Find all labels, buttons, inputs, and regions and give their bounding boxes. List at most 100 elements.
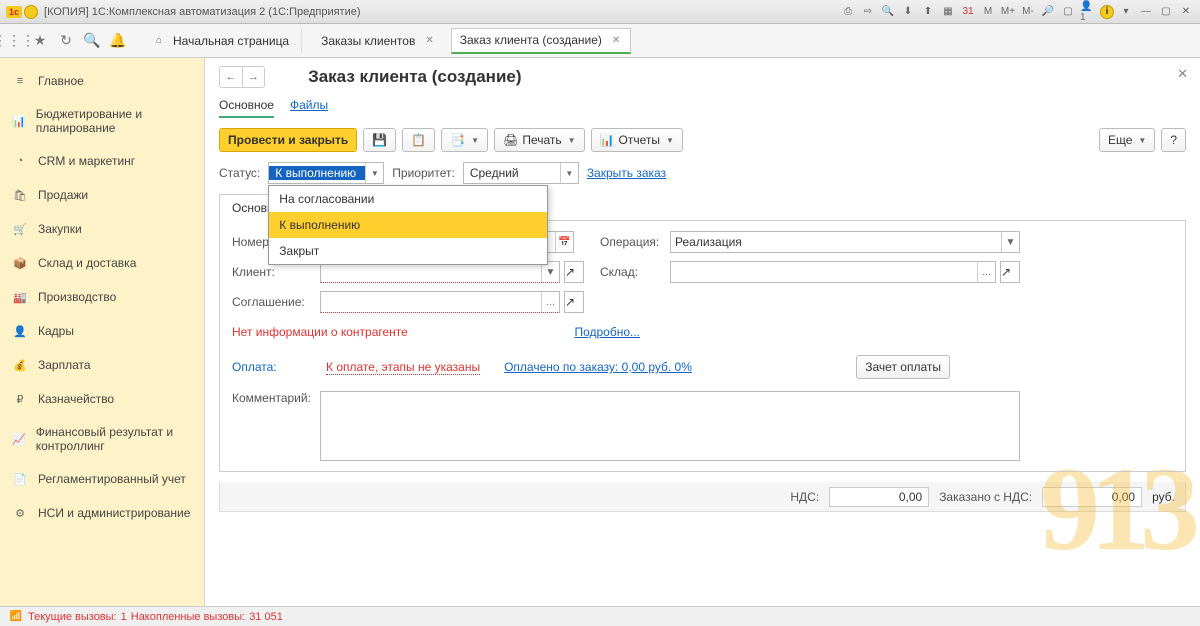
- currency-label: руб.: [1152, 490, 1175, 504]
- app-menu-icon[interactable]: [24, 5, 38, 19]
- menu-icon: ≡: [12, 73, 28, 89]
- sidebar-item-treasury[interactable]: ₽Казначейство: [0, 382, 204, 416]
- tab-orders-label: Заказы клиентов: [321, 34, 415, 48]
- tab-home[interactable]: ⌂ Начальная страница: [142, 28, 302, 54]
- reports-button[interactable]: 📊Отчеты▼: [591, 128, 683, 152]
- minimize-icon[interactable]: —: [1138, 4, 1154, 20]
- sidebar-item-main[interactable]: ≡Главное: [0, 64, 204, 98]
- ordered-value: 0,00: [1042, 487, 1142, 507]
- open-icon[interactable]: ↗: [564, 291, 584, 313]
- sidebar-item-purchases[interactable]: 🛒Закупки: [0, 212, 204, 246]
- subtab-files[interactable]: Файлы: [290, 98, 328, 118]
- info-icon[interactable]: i: [1100, 5, 1114, 19]
- user-hdr-icon[interactable]: 👤1: [1080, 4, 1096, 20]
- close-page-icon[interactable]: ✕: [1177, 66, 1188, 82]
- save-button[interactable]: 💾: [363, 128, 396, 152]
- close-icon[interactable]: ✕: [612, 35, 620, 46]
- history-icon[interactable]: ↻: [58, 33, 74, 49]
- gear-icon: ⚙: [12, 505, 28, 521]
- sidebar-item-nsi[interactable]: ⚙НСИ и администрирование: [0, 496, 204, 530]
- credit-payment-button[interactable]: Зачет оплаты: [856, 355, 950, 379]
- calendar-icon[interactable]: 31: [960, 4, 976, 20]
- sidebar-item-hr[interactable]: 👤Кадры: [0, 314, 204, 348]
- post-and-close-button[interactable]: Провести и закрыть: [219, 128, 357, 152]
- status-option[interactable]: Закрыт: [269, 238, 547, 264]
- warning-more-link[interactable]: Подробно...: [574, 325, 640, 339]
- chevron-down-icon[interactable]: ▼: [365, 163, 383, 183]
- cart-icon: 🛒: [12, 221, 28, 237]
- m-plus-icon[interactable]: M+: [1000, 4, 1016, 20]
- tab-orders[interactable]: Заказы клиентов ✕: [312, 28, 445, 54]
- forward-icon[interactable]: →: [242, 67, 264, 87]
- factory-icon: 🏭: [12, 289, 28, 305]
- payment-plan-link[interactable]: К оплате, этапы не указаны: [326, 360, 480, 375]
- agreement-label: Соглашение:: [232, 295, 310, 309]
- calendar-icon[interactable]: 📅: [555, 232, 573, 252]
- operation-label: Операция:: [600, 235, 660, 249]
- current-calls-label: Текущие вызовы:: [28, 611, 117, 623]
- post-button[interactable]: 📋: [402, 128, 435, 152]
- comment-textarea[interactable]: [320, 391, 1020, 461]
- m-icon[interactable]: M: [980, 4, 996, 20]
- chevron-down-icon[interactable]: ▼: [560, 163, 578, 183]
- panel-icon[interactable]: ▢: [1060, 4, 1076, 20]
- ordered-label: Заказано с НДС:: [939, 490, 1032, 504]
- status-dropdown[interactable]: К выполнению ▼ На согласовании К выполне…: [268, 162, 384, 184]
- agreement-input[interactable]: …: [320, 291, 560, 313]
- window-titlebar: 1c [КОПИЯ] 1С:Комплексная автоматизация …: [0, 0, 1200, 24]
- status-option[interactable]: На согласовании: [269, 186, 547, 212]
- search-icon[interactable]: 🔍: [84, 33, 100, 49]
- window-title: [КОПИЯ] 1С:Комплексная автоматизация 2 (…: [44, 6, 840, 18]
- star-icon[interactable]: ★: [32, 33, 48, 49]
- tab-new-order[interactable]: Заказ клиента (создание) ✕: [451, 28, 632, 54]
- print-button[interactable]: 🖨Печать▼: [494, 128, 584, 152]
- status-bar: 📶 Текущие вызовы: 1 Накопленные вызовы: …: [0, 606, 1200, 626]
- help-button[interactable]: ?: [1161, 128, 1186, 152]
- calc-icon[interactable]: ▦: [940, 4, 956, 20]
- priority-label: Приоритет:: [392, 166, 455, 180]
- bars-icon: 📈: [12, 431, 26, 447]
- toolbar: Провести и закрыть 💾 📋 📑▼ 🖨Печать▼ 📊Отче…: [205, 124, 1200, 160]
- main-area: 913 ✕ ← → Заказ клиента (создание) Основ…: [205, 58, 1200, 606]
- close-window-icon[interactable]: ✕: [1178, 4, 1194, 20]
- download-icon[interactable]: ⬇: [900, 4, 916, 20]
- back-icon[interactable]: ←: [220, 67, 242, 87]
- sidebar: ≡Главное 📊Бюджетирование и планирование …: [0, 58, 205, 606]
- maximize-icon[interactable]: ▢: [1158, 4, 1174, 20]
- open-icon[interactable]: ↗: [1000, 261, 1020, 283]
- priority-dropdown[interactable]: Средний ▼: [463, 162, 579, 184]
- paid-link[interactable]: Оплачено по заказу: 0,00 руб. 0%: [504, 360, 692, 374]
- report-icon: 📊: [600, 133, 615, 147]
- search-hdr-icon[interactable]: 🔍: [880, 4, 896, 20]
- close-icon[interactable]: ✕: [425, 35, 433, 46]
- send-icon[interactable]: ⇨: [860, 4, 876, 20]
- sidebar-item-salary[interactable]: 💰Зарплата: [0, 348, 204, 382]
- more-button[interactable]: Еще▼: [1099, 128, 1155, 152]
- warehouse-input[interactable]: …: [670, 261, 996, 283]
- operation-input[interactable]: Реализация▼: [670, 231, 1020, 253]
- chevron-down-icon[interactable]: ▼: [1001, 232, 1019, 252]
- sidebar-item-fin[interactable]: 📈Финансовый результат и контроллинг: [0, 416, 204, 462]
- tab-new-order-label: Заказ клиента (создание): [460, 33, 602, 47]
- zoom-icon[interactable]: 🔎: [1040, 4, 1056, 20]
- apps-icon[interactable]: ⋮⋮⋮: [6, 33, 22, 49]
- sidebar-item-sales[interactable]: 🛍Продажи: [0, 178, 204, 212]
- sidebar-item-reg[interactable]: 📄Регламентированный учет: [0, 462, 204, 496]
- basis-button[interactable]: 📑▼: [441, 128, 488, 152]
- print-icon[interactable]: ⎙: [840, 4, 856, 20]
- accum-calls-value: 31 051: [249, 611, 283, 623]
- sidebar-item-crm[interactable]: ◔CRM и маркетинг: [0, 144, 204, 178]
- status-option-selected[interactable]: К выполнению: [269, 212, 547, 238]
- chevron-down-icon[interactable]: ▼: [541, 262, 559, 282]
- open-icon[interactable]: ↗: [564, 261, 584, 283]
- m-minus-icon[interactable]: M-: [1020, 4, 1036, 20]
- close-order-link[interactable]: Закрыть заказ: [587, 166, 666, 180]
- ellipsis-icon[interactable]: …: [977, 262, 995, 282]
- sidebar-item-production[interactable]: 🏭Производство: [0, 280, 204, 314]
- bell-icon[interactable]: 🔔: [110, 33, 126, 49]
- sidebar-item-warehouse[interactable]: 📦Склад и доставка: [0, 246, 204, 280]
- subtab-main[interactable]: Основное: [219, 98, 274, 118]
- sidebar-item-budgeting[interactable]: 📊Бюджетирование и планирование: [0, 98, 204, 144]
- upload-icon[interactable]: ⬆: [920, 4, 936, 20]
- ellipsis-icon[interactable]: …: [541, 292, 559, 312]
